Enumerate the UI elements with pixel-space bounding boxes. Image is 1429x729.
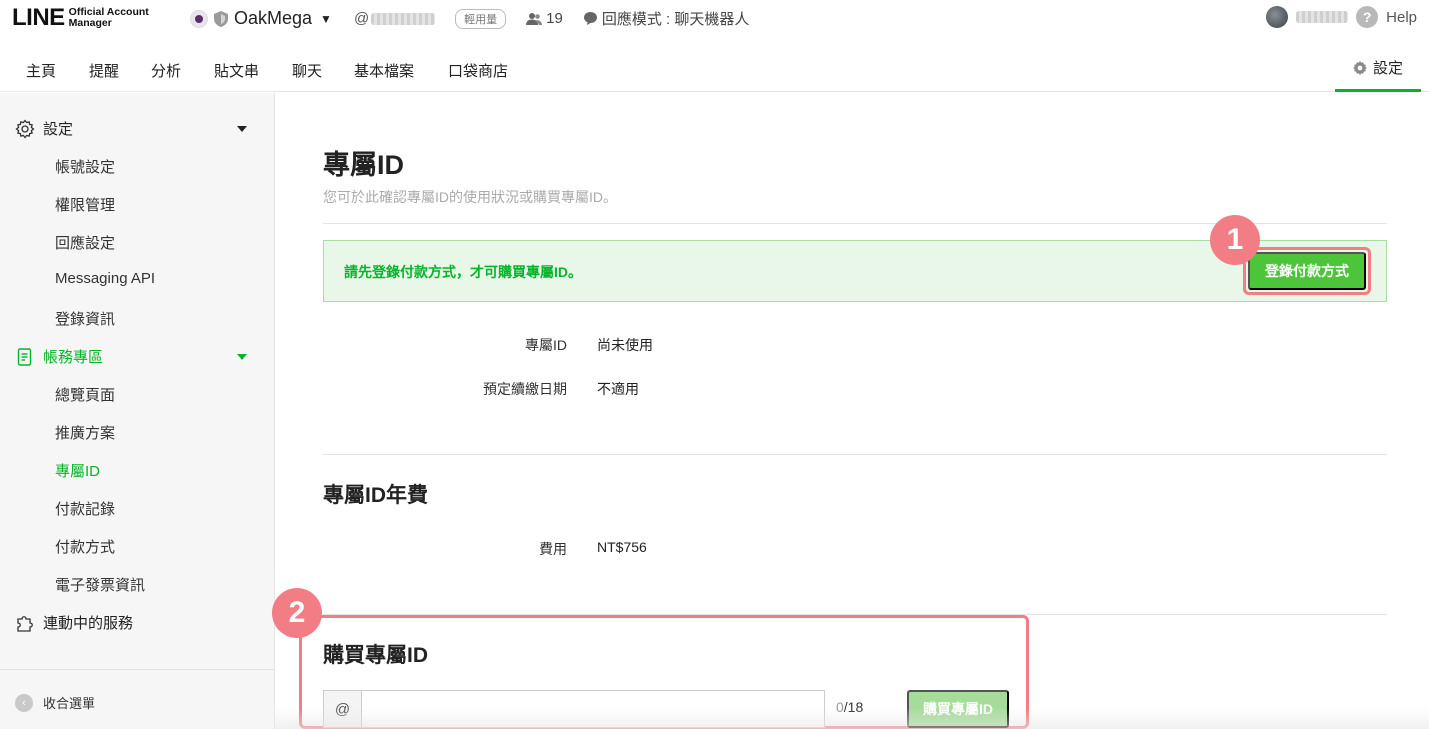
top-header: LINE Official Account Manager OakMega ▼ … <box>0 0 1429 46</box>
document-icon <box>17 347 32 366</box>
gear-icon <box>15 118 35 139</box>
alert-text: 請先登錄付款方式，才可購買專屬ID。 <box>344 264 582 280</box>
friends-count-value: 19 <box>546 10 563 27</box>
register-payment-button[interactable]: 登錄付款方式 <box>1248 252 1366 290</box>
gear-icon <box>1352 60 1367 75</box>
reply-mode-status[interactable]: 回應模式 : 聊天機器人 <box>583 8 750 29</box>
sidebar-group-settings[interactable]: 設定 <box>15 118 73 139</box>
annotation-badge-2: 2 <box>272 588 322 638</box>
buy-premium-id-title: 購買專屬ID <box>323 644 428 667</box>
account-avatar <box>190 9 208 28</box>
puzzle-icon <box>17 615 33 632</box>
account-name: OakMega <box>234 8 313 28</box>
sidebar-item-plans[interactable]: 推廣方案 <box>55 422 115 443</box>
at-prefix: @ <box>324 691 362 727</box>
tab-home[interactable]: 主頁 <box>26 60 56 81</box>
logo-subtitle: Official Account Manager <box>69 7 149 29</box>
help-icon[interactable]: ? <box>1356 6 1379 28</box>
chevron-left-icon: ‹ <box>15 693 33 712</box>
sidebar: 設定 帳號設定 權限管理 回應設定 Messaging API 登錄資訊 帳務專… <box>0 93 275 729</box>
logo-subtitle-line2: Manager <box>68 17 112 29</box>
user-avatar[interactable] <box>1266 6 1289 28</box>
tab-timeline[interactable]: 貼文串 <box>214 60 259 81</box>
logo-line-text: LINE <box>12 4 65 31</box>
tab-settings-label: 設定 <box>1372 60 1403 77</box>
friends-count: 19 <box>526 10 563 27</box>
renewal-date-label: 預定續繳日期 <box>483 381 567 397</box>
fee-label: 費用 <box>539 541 567 557</box>
page-subtitle: 您可於此確認專屬ID的使用狀況或購買專屬ID。 <box>323 189 617 205</box>
tab-chat[interactable]: 聊天 <box>292 60 322 81</box>
tab-settings[interactable]: 設定 <box>1335 46 1421 92</box>
premium-id-input[interactable] <box>362 691 824 727</box>
account-id-prefix: @ <box>353 10 370 27</box>
caret-down-icon[interactable] <box>237 354 247 360</box>
sidebar-item-registration-info[interactable]: 登錄資訊 <box>55 308 115 329</box>
premium-id-input-group: @ <box>323 690 825 728</box>
tab-analytics[interactable]: 分析 <box>151 60 181 81</box>
counter-max: /18 <box>843 699 864 715</box>
friends-icon <box>526 12 543 25</box>
annotation-badge-1: 1 <box>1210 215 1260 265</box>
sidebar-item-payment-methods[interactable]: 付款方式 <box>55 536 115 557</box>
sidebar-item-e-invoice[interactable]: 電子發票資訊 <box>55 574 145 595</box>
sidebar-item-permissions[interactable]: 權限管理 <box>55 194 115 215</box>
shield-icon <box>214 10 228 27</box>
premium-id-label: 專屬ID <box>525 337 567 353</box>
divider <box>323 454 1387 455</box>
tab-reminders[interactable]: 提醒 <box>89 60 119 81</box>
chat-bubble-icon <box>583 12 597 25</box>
sidebar-item-messaging-api[interactable]: Messaging API <box>55 270 155 287</box>
sidebar-group-billing[interactable]: 帳務專區 <box>15 346 103 367</box>
reply-mode-text: 回應模式 : 聊天機器人 <box>601 11 750 28</box>
sidebar-divider <box>0 669 274 670</box>
sidebar-group-settings-label: 設定 <box>43 121 74 138</box>
tab-pocket-shop[interactable]: 口袋商店 <box>448 60 508 81</box>
sidebar-group-connected-services-label: 連動中的服務 <box>43 615 134 632</box>
account-id-redacted <box>371 12 436 25</box>
sidebar-group-billing-label: 帳務專區 <box>43 349 104 366</box>
renewal-date-value: 不適用 <box>597 381 639 397</box>
main-content: 專屬ID 您可於此確認專屬ID的使用狀況或購買專屬ID。 請先登錄付款方式，才可… <box>272 93 1429 729</box>
counter-current: 0 <box>836 699 844 715</box>
annual-fee-title: 專屬ID年費 <box>323 484 428 507</box>
user-name-redacted <box>1296 11 1349 23</box>
line-oa-logo[interactable]: LINE Official Account Manager <box>12 4 149 32</box>
main-nav: 主頁 提醒 分析 貼文串 聊天 基本檔案 口袋商店 設定 <box>0 46 1429 92</box>
page-title: 專屬ID <box>323 150 404 180</box>
sidebar-group-connected-services[interactable]: 連動中的服務 <box>15 612 133 633</box>
fee-value: NT$756 <box>597 539 647 555</box>
account-switcher[interactable]: OakMega ▼ @ 輕用量 19 回應模式 : 聊天機器人 <box>190 8 749 29</box>
buy-premium-id-button[interactable]: 購買專屬ID <box>907 690 1009 728</box>
sidebar-item-payment-history[interactable]: 付款記錄 <box>55 498 115 519</box>
sidebar-item-account-settings[interactable]: 帳號設定 <box>55 156 115 177</box>
collapse-menu-button[interactable]: ‹ 收合選單 <box>15 693 95 712</box>
top-right-controls: ? Help <box>1266 6 1417 28</box>
help-link[interactable]: Help <box>1386 9 1417 26</box>
sidebar-item-overview[interactable]: 總覽頁面 <box>55 384 115 405</box>
tab-profile[interactable]: 基本檔案 <box>354 60 414 81</box>
sidebar-item-response-settings[interactable]: 回應設定 <box>55 232 115 253</box>
account-id: @ <box>353 10 436 27</box>
chevron-down-icon: ▼ <box>320 11 332 26</box>
premium-id-value: 尚未使用 <box>597 337 653 353</box>
character-counter: 0/18 <box>836 699 863 715</box>
collapse-menu-label: 收合選單 <box>43 696 96 711</box>
sidebar-item-premium-id[interactable]: 專屬ID <box>55 460 100 481</box>
caret-down-icon[interactable] <box>237 126 247 132</box>
plan-badge: 輕用量 <box>455 8 507 29</box>
